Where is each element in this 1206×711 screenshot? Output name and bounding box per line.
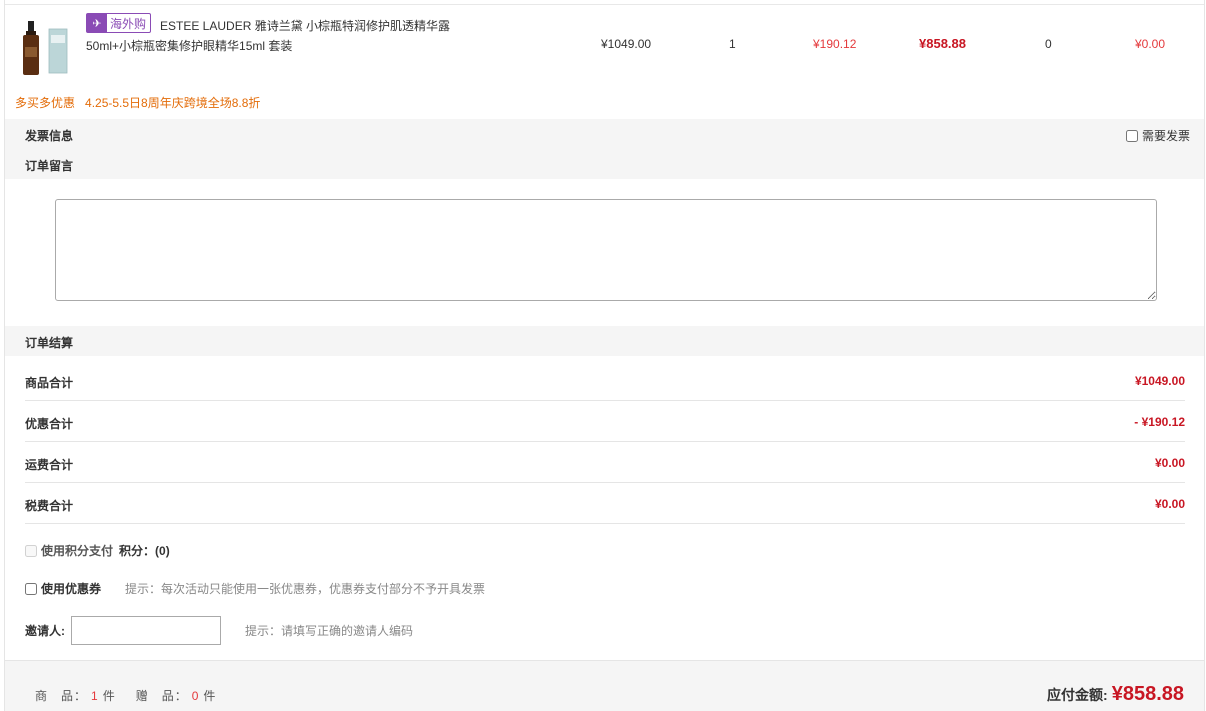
gift-count: 0 xyxy=(191,689,200,703)
summary-row-discount: 优惠合计 - ¥190.12 xyxy=(25,401,1185,442)
unit-price: ¥1049.00 xyxy=(601,37,652,51)
memo-title: 订单留言 xyxy=(25,159,74,173)
goods-count-unit: 件 xyxy=(102,689,116,703)
summary-label: 运费合计 xyxy=(25,458,74,472)
goods-count-label: 商 品： xyxy=(35,689,88,703)
summary-row-tax: 税费合计 ¥0.00 xyxy=(25,483,1185,524)
payable-amount: ¥858.88 xyxy=(1111,683,1184,705)
inviter-input[interactable] xyxy=(71,616,221,645)
points-label: 使用积分支付 xyxy=(41,544,114,558)
inviter-option: 邀请人: 提示：请填写正确的邀请人编码 xyxy=(25,616,413,645)
summary-row-shipping: 运费合计 ¥0.00 xyxy=(25,442,1185,483)
order-memo-textarea[interactable] xyxy=(55,199,1157,301)
coupon-checkbox[interactable] xyxy=(25,582,37,595)
product-row: ESTEE LAUDER 雅诗兰黛 小棕瓶特润修护肌透精华露50ml+小棕瓶密集… xyxy=(5,4,1204,84)
item-counts: 商 品： 1 件赠 品： 0 件 xyxy=(35,687,216,704)
points-balance: (0) xyxy=(155,543,170,558)
quantity: 1 xyxy=(729,37,736,51)
summary-row-goods: 商品合计 ¥1049.00 xyxy=(25,360,1185,401)
airplane-icon: ✈ xyxy=(87,14,107,32)
promotion-text: 4.25-5.5日8周年庆跨境全场8.8折 xyxy=(85,96,261,110)
summary-value: ¥0.00 xyxy=(1154,497,1185,511)
need-invoice-toggle[interactable]: 需要发票 xyxy=(1125,127,1190,144)
overseas-badge-label: 海外购 xyxy=(110,16,147,31)
subtotal: ¥858.88 xyxy=(919,36,966,51)
invoice-title: 发票信息 xyxy=(25,129,74,143)
invoice-section xyxy=(5,119,1204,179)
inviter-label: 邀请人: xyxy=(25,624,65,638)
settlement-title: 订单结算 xyxy=(25,336,74,350)
promotion-label: 多买多优惠 xyxy=(15,96,76,110)
summary-label: 税费合计 xyxy=(25,499,74,513)
points-checkbox[interactable] xyxy=(25,544,37,557)
order-footer: 商 品： 1 件赠 品： 0 件 应付金额: ¥858.88 xyxy=(5,660,1204,711)
goods-count: 1 xyxy=(91,689,99,703)
tax-amount: ¥0.00 xyxy=(1135,37,1166,51)
summary-label: 优惠合计 xyxy=(25,417,74,431)
promotion-line: 多买多优惠 4.25-5.5日8周年庆跨境全场8.8折 xyxy=(15,94,260,111)
gift-count-unit: 件 xyxy=(203,689,217,703)
need-invoice-label: 需要发票 xyxy=(1141,129,1190,143)
coupon-hint: 提示：每次活动只能使用一张优惠券，优惠券支付部分不予开具发票 xyxy=(125,582,486,596)
discount-amount: ¥190.12 xyxy=(813,37,857,51)
summary-value: ¥0.00 xyxy=(1154,456,1185,470)
coupon-label: 使用优惠券 xyxy=(41,582,102,596)
summary-value: ¥1049.00 xyxy=(1134,374,1185,388)
tax-rate: 0 xyxy=(1045,37,1052,51)
summary-value: - ¥190.12 xyxy=(1134,415,1185,429)
inviter-hint: 提示：请填写正确的邀请人编码 xyxy=(245,624,414,638)
summary-label: 商品合计 xyxy=(25,376,74,390)
points-balance-label: 积分： xyxy=(119,544,156,558)
coupon-option: 使用优惠券 提示：每次活动只能使用一张优惠券，优惠券支付部分不予开具发票 xyxy=(25,580,485,597)
settlement-header xyxy=(5,326,1204,356)
payable-total: 应付金额: ¥858.88 xyxy=(1047,683,1184,706)
gift-count-label: 赠 品： xyxy=(135,689,188,703)
product-thumbnail[interactable] xyxy=(19,15,71,77)
need-invoice-checkbox[interactable] xyxy=(1125,129,1138,142)
payable-label: 应付金额: xyxy=(1047,687,1108,703)
points-option: 使用积分支付 积分： (0) xyxy=(25,542,170,559)
overseas-badge: ✈ 海外购 xyxy=(86,13,152,33)
